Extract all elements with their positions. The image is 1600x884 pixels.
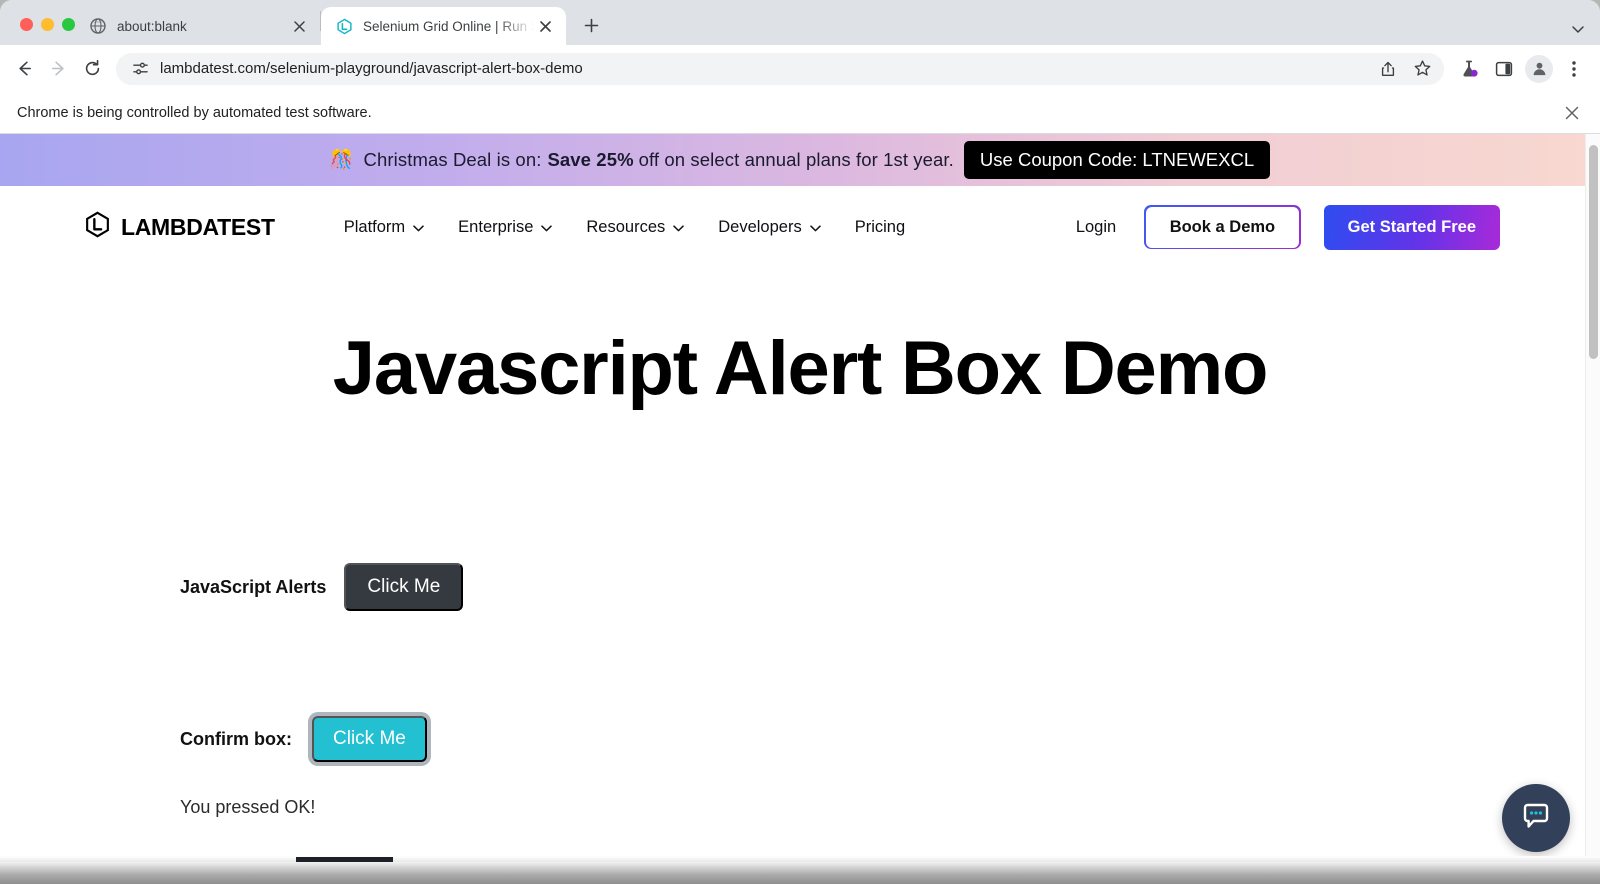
confirm-box-label: Confirm box: [180,728,292,749]
chevron-down-icon [809,218,821,237]
chat-widget-button[interactable] [1502,784,1570,852]
chevron-down-icon [673,218,684,237]
promo-lead-text: Christmas Deal is on: [363,149,542,170]
star-icon[interactable] [1406,53,1438,85]
tab-search-button[interactable] [1570,21,1600,45]
lambdatest-logo-icon [84,211,111,243]
confirm-box-row: Confirm box: Click Me [180,712,1600,766]
new-tab-button[interactable] [576,10,606,40]
page-scrollbar[interactable] [1585,134,1600,866]
nav-item-developers[interactable]: Developers [701,210,837,245]
tab-title: about:blank [117,18,187,34]
tune-icon[interactable] [128,57,152,81]
nav-item-enterprise[interactable]: Enterprise [441,210,569,245]
tab-title: Selenium Grid Online | Run Sel [363,18,534,34]
login-link[interactable]: Login [1054,208,1138,247]
omnibox-actions [1372,53,1438,85]
nav-item-resources[interactable]: Resources [569,210,701,245]
confirm-result-text: You pressed OK! [180,797,316,817]
chevron-down-icon [541,218,553,237]
nav-item-label: Developers [718,217,802,236]
side-panel-icon[interactable] [1488,53,1520,85]
scrollbar-thumb[interactable] [1589,145,1598,359]
tab-selenium-grid[interactable]: Selenium Grid Online | Run Sel [321,7,566,45]
globe-icon [89,17,107,35]
book-a-demo-label: Book a Demo [1145,206,1300,248]
address-bar[interactable]: lambdatest.com/selenium-playground/javas… [116,52,1444,85]
nav-item-label: Pricing [854,217,906,236]
nav-links: Platform Enterprise Resources Developers… [327,210,922,245]
flask-icon[interactable] [1454,53,1486,85]
promo-tail-text: off on select annual plans for 1st year. [638,149,954,170]
close-window-button[interactable] [20,18,33,31]
nav-item-label: Enterprise [458,217,534,236]
window-traffic-lights [0,18,75,45]
promo-highlight-text: Save 25% [547,149,634,170]
nav-actions: Login Book a Demo Get Started Free [1054,204,1500,250]
page-title: Javascript Alert Box Demo [332,326,1269,411]
minimize-window-button[interactable] [41,18,54,31]
automation-infobar: Chrome is being controlled by automated … [0,92,1600,134]
page-viewport: 🎊 Christmas Deal is on: Save 25% off on … [0,134,1600,866]
confirm-box-click-me-button[interactable]: Click Me [312,716,427,762]
celebration-emoji-icon: 🎊 [329,149,354,171]
back-button[interactable] [8,53,40,85]
three-dot-menu-icon[interactable] [1558,53,1590,85]
close-icon[interactable] [288,15,310,37]
close-icon[interactable] [534,15,556,37]
lambdatest-logo-text: LAMBDATEST [121,213,275,240]
maximize-window-button[interactable] [62,18,75,31]
lambdatest-logo[interactable]: LAMBDATEST [84,211,275,243]
promo-banner: 🎊 Christmas Deal is on: Save 25% off on … [0,134,1600,186]
get-started-free-button[interactable]: Get Started Free [1323,204,1500,250]
nav-item-platform[interactable]: Platform [327,210,441,245]
close-icon[interactable] [1558,99,1586,127]
nav-item-pricing[interactable]: Pricing [838,210,922,245]
profile-icon[interactable] [1525,54,1553,83]
javascript-alerts-label: JavaScript Alerts [180,576,327,597]
tab-about-blank[interactable]: about:blank [75,7,320,45]
chat-bubble-icon [1519,799,1553,838]
forward-button[interactable] [42,53,74,85]
share-icon[interactable] [1372,53,1404,85]
book-a-demo-button[interactable]: Book a Demo [1144,205,1301,249]
automation-message: Chrome is being controlled by automated … [17,104,372,121]
javascript-alert-click-me-button[interactable]: Click Me [344,563,464,611]
lambdatest-favicon [335,17,353,35]
javascript-alerts-row: JavaScript Alerts Click Me [180,563,1600,611]
chevron-down-icon [413,218,424,237]
browser-window: about:blank Selenium Grid Online | Run S… [0,0,1600,866]
demo-area: JavaScript Alerts Click Me Confirm box: … [0,563,1600,818]
site-navbar: LAMBDATEST Platform Enterprise Resources [0,186,1600,268]
reload-button[interactable] [76,53,108,85]
tab-strip: about:blank Selenium Grid Online | Run S… [0,0,1600,45]
url-text[interactable]: lambdatest.com/selenium-playground/javas… [160,60,1372,77]
nav-item-label: Platform [343,217,406,236]
device-base [0,862,1600,884]
browser-toolbar: lambdatest.com/selenium-playground/javas… [0,45,1600,92]
confirm-button-focus-ring: Click Me [308,712,431,766]
coupon-code-button[interactable]: Use Coupon Code: LTNEWEXCL [963,141,1271,179]
nav-item-label: Resources [586,217,666,236]
